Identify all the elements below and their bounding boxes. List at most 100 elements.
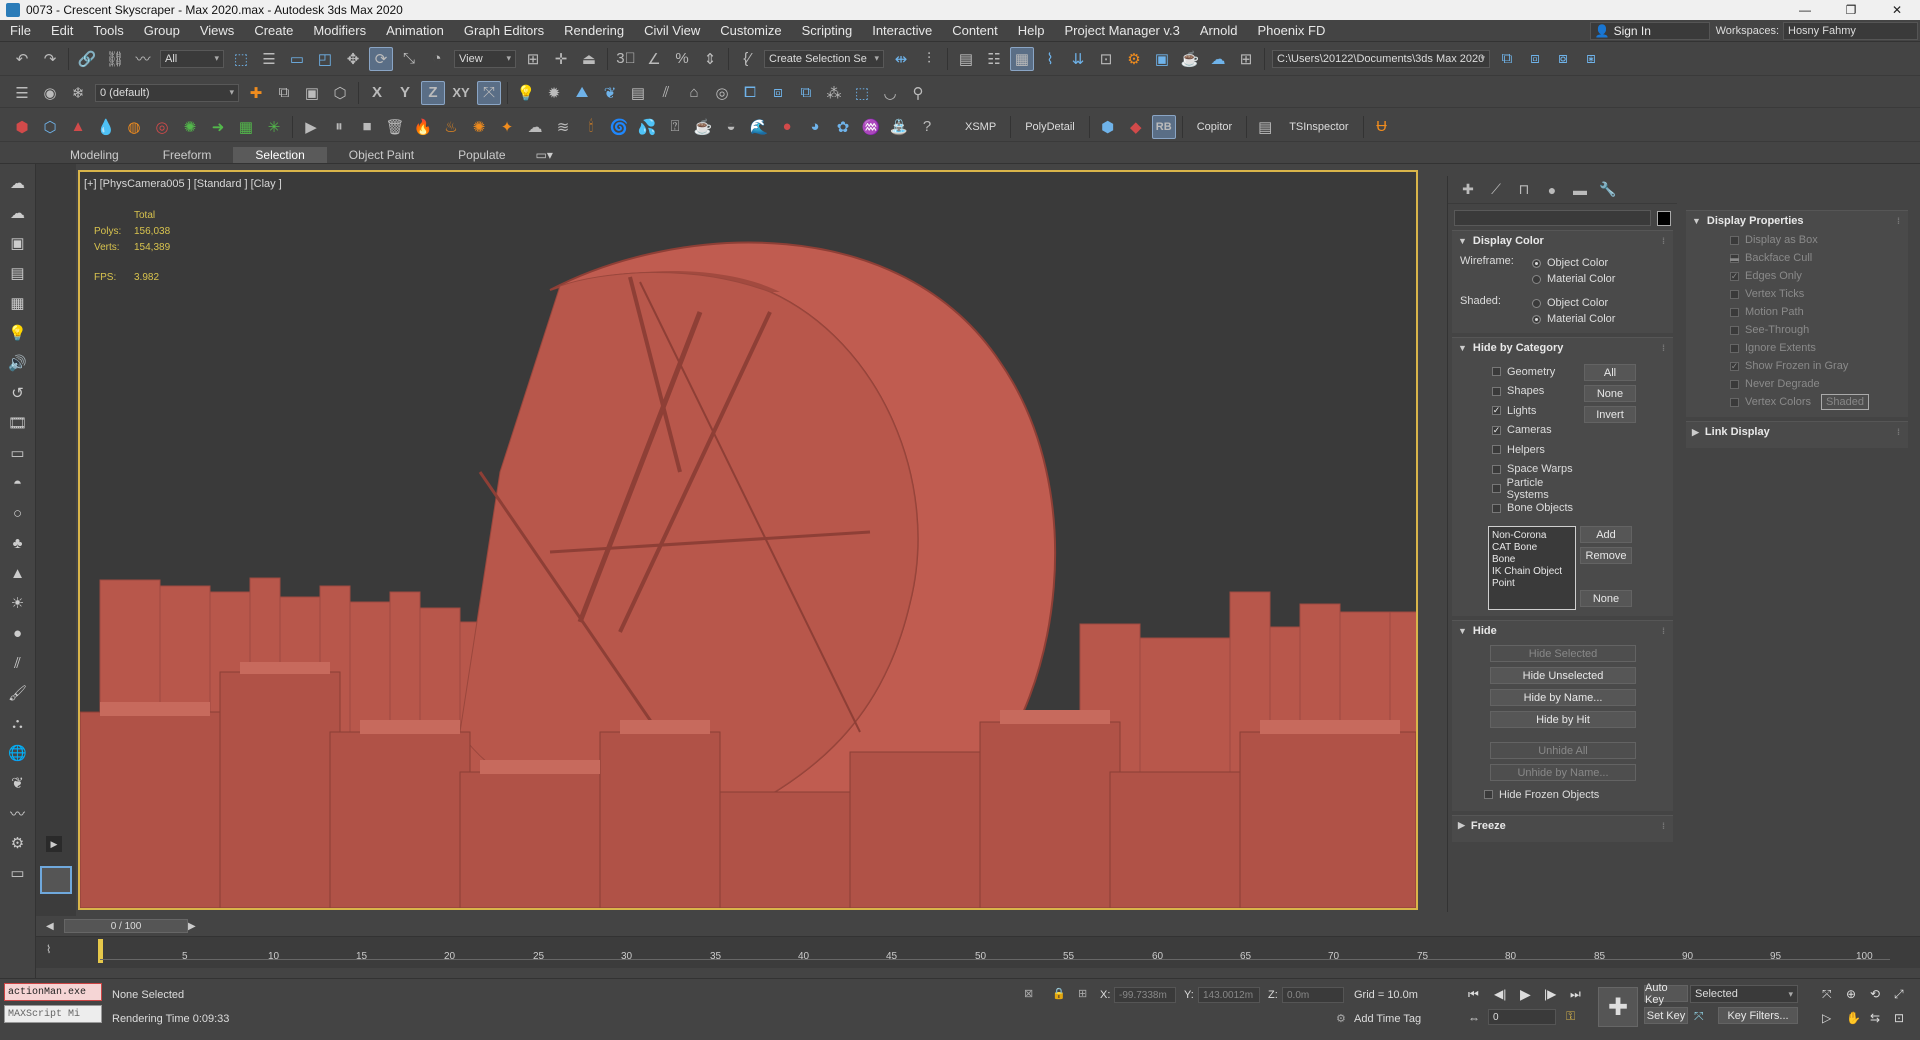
magnet-icon[interactable]: Ʉ [1370,115,1394,139]
selection-filter-dropdown[interactable]: All [160,49,224,68]
auto-key-button[interactable]: Auto Key [1644,982,1688,1006]
expand-strip-icon[interactable]: ▶ [46,836,62,852]
time-next-icon[interactable]: ▶ [188,921,196,932]
layer-hide-icon[interactable]: ◉ [38,81,62,105]
rotate-left-icon[interactable]: ↺ [5,380,31,406]
wind-icon[interactable]: ≋ [551,115,575,139]
maxscript-listener-2[interactable]: MAXScript Mi [4,1005,102,1023]
category-lights-checkbox[interactable]: ✓ Lights [1492,401,1584,421]
category-shapes-checkbox[interactable]: Shapes [1492,382,1584,402]
display-as-box-checkbox[interactable]: Display as Box [1686,231,1908,249]
link-icon[interactable]: 🔗 [75,47,99,71]
menu-graph-editors[interactable]: Graph Editors [454,23,554,38]
menu-arnold[interactable]: Arnold [1190,23,1248,38]
maxscript-listener-1[interactable]: actionMan.exe [4,983,102,1001]
motion-tab-icon[interactable]: ● [1538,179,1566,201]
lightbulb-icon[interactable]: 💡 [5,320,31,346]
polydetail-button[interactable]: PolyDetail [1025,121,1075,133]
utilities-tab-icon[interactable]: 🔧 [1594,179,1622,201]
sun-left-icon[interactable]: ☀ [5,590,31,616]
select-by-name-icon[interactable]: ☰ [257,47,281,71]
ribbon-options-icon[interactable]: ▭▾ [528,147,561,163]
material-editor-icon[interactable]: ⊡ [1094,47,1118,71]
field-of-view-icon[interactable]: ▷ [1822,1011,1831,1025]
stop-icon[interactable]: ■ [355,115,379,139]
eye-icon[interactable]: ◡ [878,81,902,105]
help-icon[interactable]: ? [915,115,939,139]
axis-xy-button[interactable]: XY [449,81,473,105]
menu-interactive[interactable]: Interactive [862,23,942,38]
viewport-thumbnail[interactable] [40,866,72,894]
set-project-icon[interactable]: ⧈ [1523,47,1547,71]
edit-named-selection-icon[interactable]: {⁄ [735,47,759,71]
project-path-dropdown[interactable]: C:\Users\20122\Documents\3ds Max 2020 [1272,49,1490,68]
maximize-toggle-icon[interactable]: ⊡ [1894,1011,1904,1025]
bulb-icon[interactable]: ⚲ [906,81,930,105]
rectangular-selection-icon[interactable]: ▭ [285,47,309,71]
tab-modeling[interactable]: Modeling [48,147,141,163]
orbit-icon[interactable]: ⟲ [1870,987,1880,1001]
scene-explorer-icon[interactable]: ▤ [954,47,978,71]
pause-icon[interactable]: ⏸ [327,115,351,139]
scatter-icon[interactable]: ❦ [598,81,622,105]
time-slider[interactable]: ◀ 0 / 100 ▶ [36,916,1920,936]
key-filters-button[interactable]: Key Filters... [1718,1007,1798,1024]
project-close-icon[interactable]: ⧆ [1579,47,1603,71]
shaded-object-color-radio[interactable]: Object Color [1532,295,1615,311]
category-invert-button[interactable]: Invert [1584,406,1636,423]
previous-frame-icon[interactable]: ◀| [1494,987,1506,1001]
mirror-icon[interactable]: ⇹ [889,47,913,71]
dolly-icon[interactable]: ⇆ [1870,1011,1880,1025]
add-to-layer-icon[interactable]: ⧉ [272,81,296,105]
cube-icon[interactable]: ⬡ [38,115,62,139]
menu-scripting[interactable]: Scripting [792,23,863,38]
named-selection-dropdown[interactable]: Create Selection Se [764,49,884,68]
sign-in-button[interactable]: 👤 Sign In [1589,22,1710,40]
camera-target-icon[interactable]: ◎ [710,81,734,105]
tab-object-paint[interactable]: Object Paint [327,147,436,163]
hide-by-hit-button[interactable]: Hide by Hit [1490,711,1636,728]
select-in-layer-icon[interactable]: ▣ [300,81,324,105]
red-ball-icon[interactable]: ● [775,115,799,139]
blue-ball-icon[interactable]: ◕ [803,115,827,139]
pivot-center-icon[interactable]: ⊞ [521,47,545,71]
list-item[interactable]: IK Chain Object [1492,566,1572,578]
arrow-right-icon[interactable]: ➜ [206,115,230,139]
lamp-icon[interactable]: ⌂ [682,81,706,105]
category-none-button[interactable]: None [1584,385,1636,402]
ocean-icon[interactable]: 🌊 [747,115,771,139]
dome-icon[interactable]: ◓ [5,470,31,496]
category-list-none-button[interactable]: None [1580,590,1632,607]
cup-icon[interactable]: ☕ [691,115,715,139]
sphere-left-icon[interactable]: ● [5,620,31,646]
window-crossing-icon[interactable]: ◰ [313,47,337,71]
select-manipulate-icon[interactable]: ✛ [549,47,573,71]
tree-icon[interactable]: ♣ [5,530,31,556]
add-time-tag[interactable]: Add Time Tag [1354,1013,1421,1025]
viewport-label[interactable]: [+] [PhysCamera005 ] [Standard ] [Clay ] [84,178,282,190]
maximize-viewport-icon[interactable]: ⤢ [1894,987,1904,1002]
menu-rendering[interactable]: Rendering [554,23,634,38]
object-color-swatch[interactable] [1656,210,1671,226]
hair-icon[interactable]: 〰 [5,800,31,826]
region-icon[interactable]: ⧈ [766,81,790,105]
hide-by-category-header[interactable]: ▼ Hide by Category ⁞ [1452,338,1673,358]
go-to-start-icon[interactable]: ⏮ [1468,987,1479,1002]
render-iterative-icon[interactable]: ☁ [1206,47,1230,71]
x-coord-field[interactable]: -99.7338m [1114,987,1176,1003]
menu-content[interactable]: Content [942,23,1008,38]
menu-views[interactable]: Views [190,23,244,38]
motion-path-checkbox[interactable]: Motion Path [1686,303,1908,321]
fire-icon[interactable]: 🔥 [411,115,435,139]
undo-icon[interactable]: ↶ [10,47,34,71]
unhide-all-button[interactable]: Unhide All [1490,742,1636,759]
render-production-icon[interactable]: ☕ [1178,47,1202,71]
xsmp-button[interactable]: XSMP [965,121,996,133]
wireframe-material-color-radio[interactable]: Material Color [1532,271,1615,287]
hex-plugin-icon[interactable]: ⬢ [1096,115,1120,139]
angle-snap-icon[interactable]: ∠ [642,47,666,71]
globe-left-icon[interactable]: 🌐 [5,740,31,766]
bounding-icon[interactable]: ⬚ [850,81,874,105]
panel-left-icon[interactable]: ▭ [5,440,31,466]
edges-only-checkbox[interactable]: ✓ Edges Only [1686,267,1908,285]
